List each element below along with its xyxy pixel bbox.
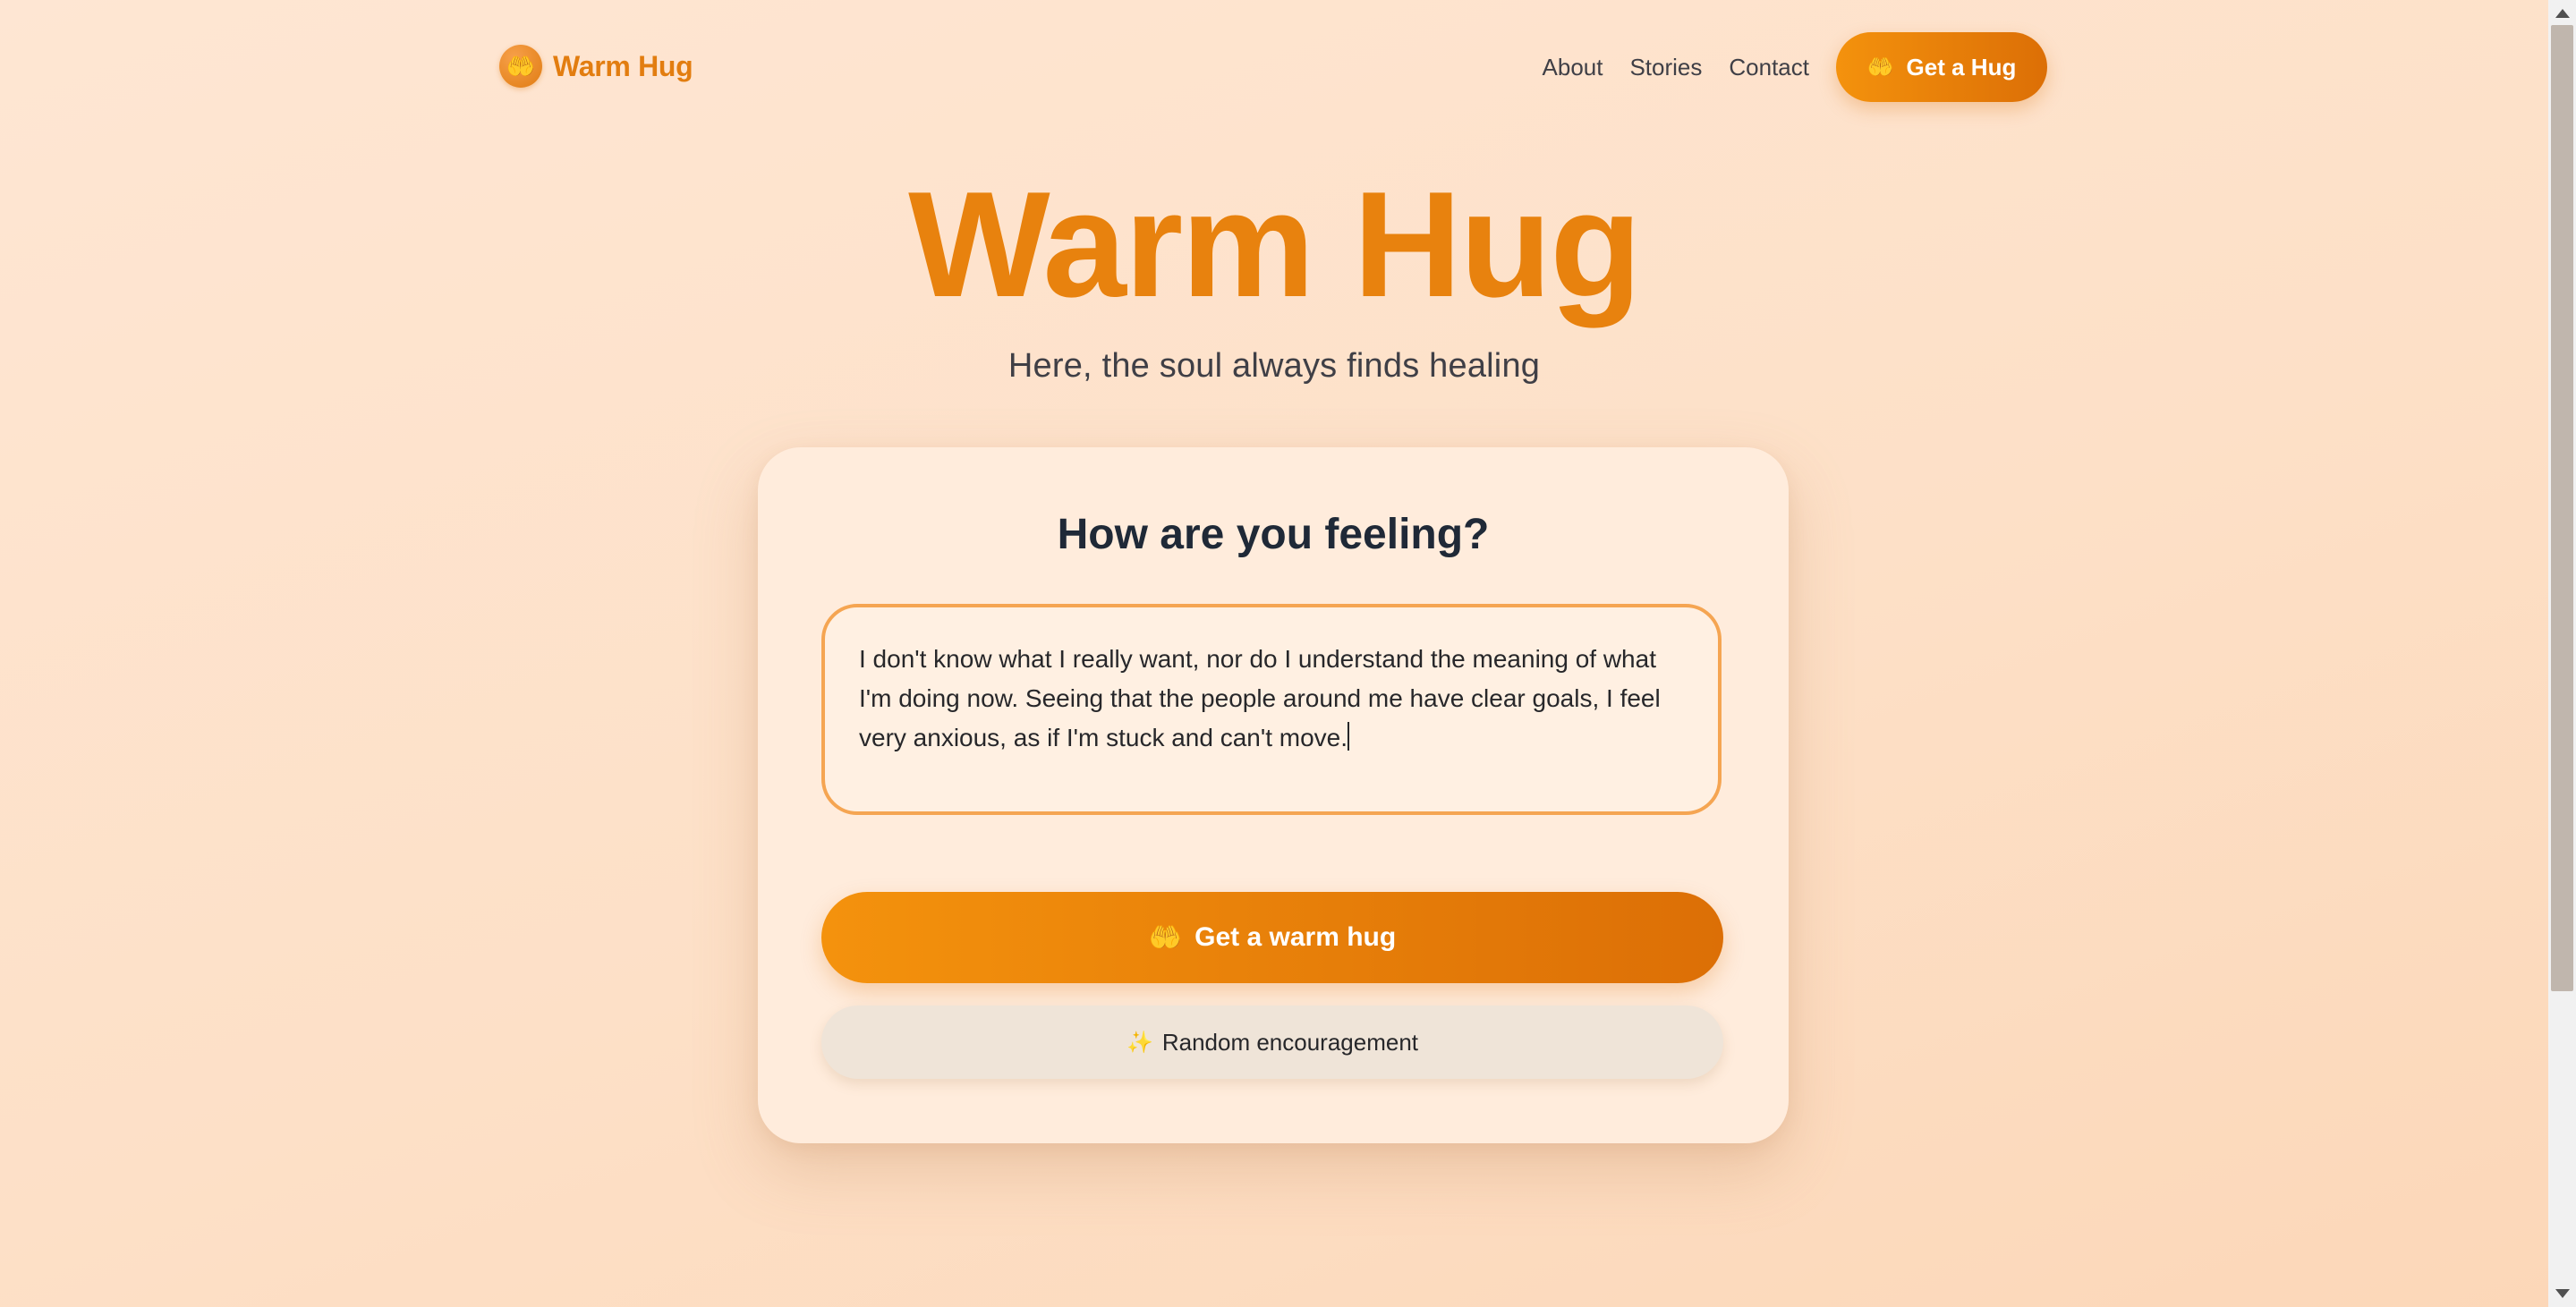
nav-link-about[interactable]: About [1543,54,1603,81]
top-nav: 🤲 Warm Hug About Stories Contact 🤲 Get a… [499,32,2047,102]
feeling-textarea[interactable]: I don't know what I really want, nor do … [821,604,1722,815]
brand-name: Warm Hug [553,49,693,82]
scroll-down-arrow-icon[interactable] [2555,1289,2570,1298]
feeling-textarea-value: I don't know what I really want, nor do … [859,645,1668,751]
hug-hands-icon: 🤲 [1148,922,1183,953]
hug-hands-icon: 🤲 [1866,55,1894,80]
get-warm-hug-label: Get a warm hug [1194,922,1397,952]
hero-subtitle: Here, the soul always finds healing [1007,347,1541,385]
brand[interactable]: 🤲 Warm Hug [499,45,693,88]
sparkle-icon: ✨ [1126,1030,1153,1055]
hug-logo-icon: 🤲 [499,45,542,88]
random-encouragement-label: Random encouragement [1161,1028,1419,1056]
feeling-card: How are you feeling? I don't know what I… [758,447,1789,1143]
vertical-scrollbar[interactable] [2548,0,2576,1307]
get-warm-hug-button[interactable]: 🤲 Get a warm hug [821,892,1723,983]
get-a-hug-label: Get a Hug [1906,53,2017,81]
nav-link-stories[interactable]: Stories [1629,54,1702,81]
get-a-hug-button[interactable]: 🤲 Get a Hug [1836,32,2047,102]
text-caret [1348,722,1350,751]
nav-link-contact[interactable]: Contact [1729,54,1809,81]
page: 🤲 Warm Hug About Stories Contact 🤲 Get a… [0,0,2548,1307]
random-encouragement-button[interactable]: ✨ Random encouragement [821,1006,1723,1079]
scroll-up-arrow-icon[interactable] [2555,9,2570,18]
scroll-thumb[interactable] [2551,25,2573,991]
card-title: How are you feeling? [1057,511,1490,558]
hero-title: Warm Hug [908,160,1642,328]
nav-links: About Stories Contact 🤲 Get a Hug [1543,32,2047,102]
